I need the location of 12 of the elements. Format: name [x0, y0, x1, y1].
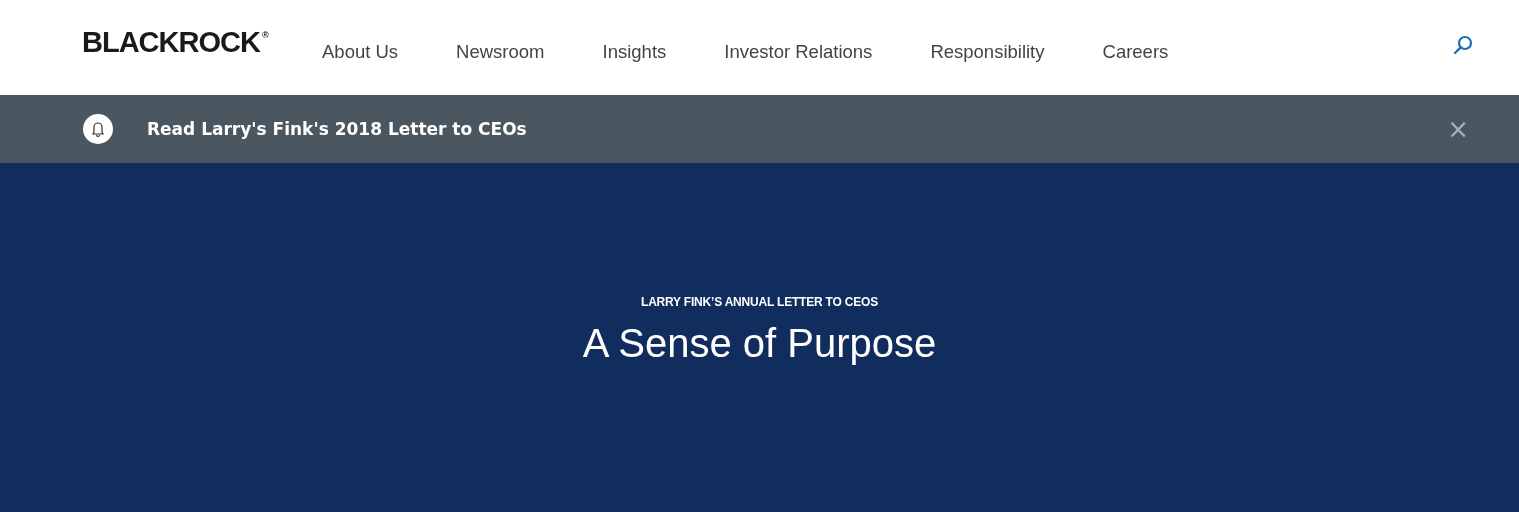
logo[interactable]: BLACKROCK$^{®}$ — [82, 26, 322, 59]
nav-link[interactable]: Insights — [602, 40, 667, 63]
nav-link[interactable]: Investor Relations — [724, 40, 873, 63]
nav-link[interactable]: Newsroom — [456, 40, 545, 63]
nav-link[interactable]: About Us — [322, 40, 399, 63]
announcement-link[interactable]: Read Larry's Fink's 2018 Letter to CEOs — [147, 119, 527, 139]
nav-link[interactable]: Responsibility — [930, 40, 1045, 63]
hero-eyebrow: LARRY FINK’S ANNUAL LETTER TO CEOS — [641, 295, 878, 309]
search-icon[interactable] — [1453, 34, 1473, 55]
bell-icon — [83, 114, 113, 144]
hero-title: A Sense of Purpose — [582, 321, 937, 366]
nav-link[interactable]: Careers — [1102, 40, 1169, 63]
